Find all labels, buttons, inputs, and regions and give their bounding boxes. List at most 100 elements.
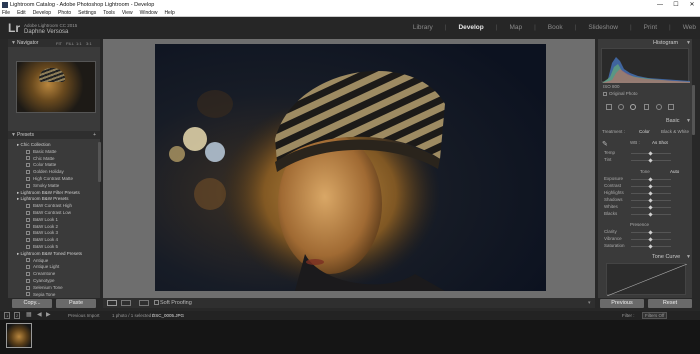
histogram-label[interactable]: Histogram <box>653 40 678 46</box>
filmstrip-thumbnail[interactable] <box>6 323 32 348</box>
treatment-color[interactable]: Color <box>639 129 650 134</box>
module-slideshow[interactable]: Slideshow <box>588 24 618 31</box>
preset-item[interactable]: Basic Matte <box>26 149 57 155</box>
graduated-filter-icon[interactable] <box>644 104 649 110</box>
preset-label: Lightroom B&W Filter Presets <box>20 189 80 195</box>
red-eye-icon[interactable] <box>630 104 636 110</box>
crop-tool-icon[interactable] <box>606 104 612 110</box>
tone-curve-graph[interactable] <box>606 263 688 297</box>
preset-item[interactable]: Color Matte <box>26 162 56 168</box>
collapse-triangle-icon: ▼ <box>11 132 16 138</box>
navigator-zoom-1-1[interactable]: 1:1 <box>76 41 82 46</box>
preset-item[interactable]: B&W Contrast Low <box>26 210 71 216</box>
module-book[interactable]: Book <box>548 24 563 31</box>
preset-item[interactable]: B&W Look 2 <box>26 224 58 230</box>
preset-icon <box>26 244 30 249</box>
adjustment-brush-icon[interactable] <box>668 104 674 110</box>
preset-item[interactable]: B&W Look 4 <box>26 237 58 243</box>
back-arrow-icon[interactable]: ◀ <box>37 311 42 318</box>
menu-view[interactable]: View <box>122 10 133 16</box>
close-button[interactable]: ✕ <box>684 0 700 10</box>
preset-item[interactable]: Sepia Tone <box>26 292 55 298</box>
reset-button[interactable]: Reset <box>648 299 692 308</box>
spot-removal-icon[interactable] <box>618 104 624 110</box>
preset-folder[interactable]: ▸ Lightroom B&W Toned Presets <box>17 251 82 257</box>
filter-dropdown[interactable]: Filters Off <box>642 312 668 319</box>
filmstrip-source[interactable]: Previous Import <box>68 313 100 318</box>
module-map[interactable]: Map <box>509 24 522 31</box>
preset-item[interactable]: Antique <box>26 258 48 264</box>
tone-curve-label[interactable]: Tone Curve <box>652 254 680 260</box>
minimize-button[interactable]: — <box>652 0 668 10</box>
navigator-zoom-fill[interactable]: FILL <box>66 41 74 46</box>
menu-window[interactable]: Window <box>140 10 158 16</box>
presets-scrollbar[interactable] <box>98 142 101 182</box>
toolbar-menu-icon[interactable]: ▾ <box>588 300 591 306</box>
navigator-zoom-fit[interactable]: FIT <box>56 41 62 46</box>
before-after-icon[interactable] <box>139 300 149 306</box>
loupe-view-icon[interactable] <box>107 300 117 306</box>
preset-item[interactable]: Chic Matte <box>26 156 55 162</box>
page-2-button[interactable]: 2 <box>14 312 21 319</box>
grid-view-icon[interactable]: ▦ <box>26 311 32 318</box>
menu-help[interactable]: Help <box>164 10 174 16</box>
preset-item[interactable]: Golden Holiday <box>26 169 64 175</box>
preset-folder[interactable]: ▸ Lightroom B&W Filter Presets <box>17 190 80 196</box>
compare-view-icon[interactable] <box>121 300 131 306</box>
soft-proofing-label: Soft Proofing <box>160 300 192 306</box>
tone-curve-collapse-icon[interactable]: ▼ <box>686 254 691 260</box>
menu-develop[interactable]: Develop <box>33 10 51 16</box>
tone-curve-line <box>606 263 688 297</box>
preset-item[interactable]: Selenium Tone <box>26 285 63 291</box>
module-print[interactable]: Print <box>644 24 657 31</box>
menu-settings[interactable]: Settings <box>78 10 96 16</box>
copy-button[interactable]: Copy... <box>12 299 52 308</box>
basic-collapse-icon[interactable]: ▼ <box>686 118 691 124</box>
histogram[interactable] <box>601 48 690 83</box>
preset-item[interactable]: Smoky Matte <box>26 183 59 189</box>
menu-file[interactable]: File <box>2 10 10 16</box>
tone-auto-button[interactable]: Auto <box>670 169 679 174</box>
filmstrip-filename[interactable]: DSC_0005.JPG <box>152 313 184 318</box>
histogram-collapse-icon[interactable]: ▼ <box>686 40 691 46</box>
white-balance-selector-icon[interactable]: ✎ <box>602 140 608 148</box>
paste-button[interactable]: Paste <box>56 299 96 308</box>
module-develop[interactable]: Develop <box>458 24 483 31</box>
navigator-zoom-3-1[interactable]: 3:1 <box>86 41 92 46</box>
main-photo[interactable] <box>155 44 546 291</box>
module-web[interactable]: Web <box>683 24 696 31</box>
presets-header[interactable]: ▼ Presets + <box>8 131 100 139</box>
basic-label[interactable]: Basic <box>666 118 679 124</box>
menu-edit[interactable]: Edit <box>17 10 26 16</box>
filter-label: Filter : <box>622 313 635 318</box>
preset-folder[interactable]: ▸ Lightroom B&W Presets <box>17 196 69 202</box>
soft-proofing-checkbox[interactable] <box>154 300 159 305</box>
preset-item[interactable]: B&W Look 5 <box>26 244 58 250</box>
page-1-button[interactable]: 1 <box>4 312 11 319</box>
preset-label: B&W Look 3 <box>33 230 59 236</box>
original-photo-checkbox[interactable] <box>603 92 607 96</box>
treatment-bw[interactable]: Black & White <box>661 129 689 134</box>
right-panel-scrollbar[interactable] <box>692 85 695 135</box>
maximize-button[interactable]: ☐ <box>668 0 684 10</box>
wb-value[interactable]: As Shot <box>652 140 668 145</box>
preset-icon <box>26 163 30 168</box>
preset-item[interactable]: Cyanotype <box>26 278 55 284</box>
add-preset-icon[interactable]: + <box>93 131 96 139</box>
preset-folder[interactable]: ▸ Chic Collection <box>17 142 51 148</box>
menu-photo[interactable]: Photo <box>58 10 71 16</box>
preset-item[interactable]: B&W Look 3 <box>26 230 58 236</box>
preset-item[interactable]: Antique Light <box>26 264 59 270</box>
radial-filter-icon[interactable] <box>656 104 662 110</box>
module-library[interactable]: Library <box>413 24 433 31</box>
forward-arrow-icon[interactable]: ▶ <box>46 311 51 318</box>
preset-item[interactable]: High Contrast Matte <box>26 176 73 182</box>
histogram-graph <box>602 57 690 83</box>
menu-tools[interactable]: Tools <box>103 10 115 16</box>
navigator-preview[interactable] <box>16 61 96 113</box>
previous-button[interactable]: Previous <box>600 299 644 308</box>
preset-item[interactable]: B&W Look 1 <box>26 217 58 223</box>
preset-item[interactable]: B&W Contrast High <box>26 203 72 209</box>
window-controls: — ☐ ✕ <box>652 0 700 10</box>
preset-item[interactable]: Creamtone <box>26 271 55 277</box>
